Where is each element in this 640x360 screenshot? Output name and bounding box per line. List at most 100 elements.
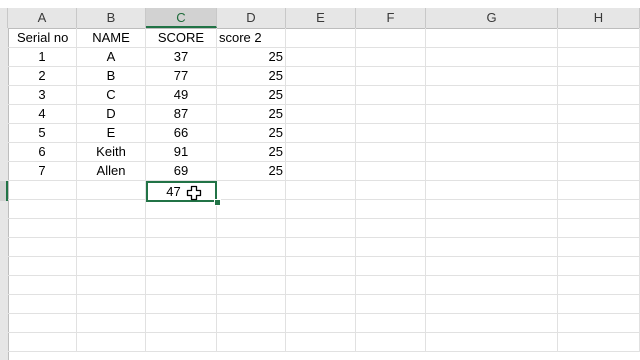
score2-cell[interactable]: 25 (217, 66, 286, 85)
empty-cell[interactable] (426, 180, 558, 199)
fill-handle[interactable] (214, 199, 221, 206)
empty-cell[interactable] (77, 237, 146, 256)
name-cell[interactable]: Allen (77, 161, 146, 180)
empty-cell[interactable] (558, 28, 640, 47)
column-header-a[interactable]: A (8, 8, 77, 28)
empty-cell[interactable] (286, 123, 356, 142)
empty-cell[interactable] (426, 47, 558, 66)
empty-cell[interactable] (558, 66, 640, 85)
score-cell[interactable]: 91 (146, 142, 217, 161)
empty-cell[interactable] (286, 104, 356, 123)
empty-cell[interactable] (8, 199, 77, 218)
select-all-corner[interactable] (0, 8, 8, 28)
empty-cell[interactable] (217, 199, 286, 218)
score2-cell[interactable]: 25 (217, 161, 286, 180)
score-cell[interactable]: 49 (146, 85, 217, 104)
empty-cell[interactable] (426, 256, 558, 275)
empty-cell[interactable] (77, 180, 146, 199)
empty-cell[interactable] (558, 237, 640, 256)
empty-cell[interactable] (558, 161, 640, 180)
name-cell[interactable]: Keith (77, 142, 146, 161)
empty-cell[interactable] (77, 294, 146, 313)
empty-cell[interactable] (146, 313, 217, 332)
empty-cell[interactable] (77, 275, 146, 294)
empty-cell[interactable] (356, 66, 426, 85)
empty-cell[interactable] (286, 218, 356, 237)
empty-cell[interactable] (8, 332, 77, 351)
empty-cell[interactable] (356, 47, 426, 66)
serial-cell[interactable]: 4 (8, 104, 77, 123)
empty-cell[interactable] (8, 256, 77, 275)
empty-cell[interactable] (356, 275, 426, 294)
empty-cell[interactable] (426, 123, 558, 142)
empty-cell[interactable] (286, 275, 356, 294)
empty-cell[interactable] (217, 313, 286, 332)
empty-cell[interactable] (8, 275, 77, 294)
empty-cell[interactable] (8, 313, 77, 332)
empty-cell[interactable] (426, 104, 558, 123)
empty-cell[interactable] (426, 199, 558, 218)
empty-cell[interactable] (8, 237, 77, 256)
empty-cell[interactable] (426, 275, 558, 294)
empty-cell[interactable] (356, 237, 426, 256)
empty-cell[interactable] (77, 256, 146, 275)
empty-cell[interactable] (217, 332, 286, 351)
empty-cell[interactable] (146, 237, 217, 256)
empty-cell[interactable] (426, 28, 558, 47)
serial-cell[interactable]: 7 (8, 161, 77, 180)
empty-cell[interactable] (356, 294, 426, 313)
empty-cell[interactable] (356, 199, 426, 218)
header-cell-score[interactable]: SCORE (146, 28, 217, 47)
empty-cell[interactable] (426, 85, 558, 104)
empty-cell[interactable] (426, 66, 558, 85)
empty-cell[interactable] (558, 313, 640, 332)
empty-cell[interactable] (558, 104, 640, 123)
empty-cell[interactable] (286, 142, 356, 161)
serial-cell[interactable]: 5 (8, 123, 77, 142)
empty-cell[interactable] (146, 218, 217, 237)
empty-cell[interactable] (558, 218, 640, 237)
empty-cell[interactable] (558, 332, 640, 351)
empty-cell[interactable] (77, 218, 146, 237)
score-cell[interactable]: 69 (146, 161, 217, 180)
name-cell[interactable]: C (77, 85, 146, 104)
serial-cell[interactable]: 6 (8, 142, 77, 161)
empty-cell[interactable] (286, 199, 356, 218)
header-cell-serial[interactable]: Serial no (8, 28, 77, 47)
empty-cell[interactable] (558, 199, 640, 218)
empty-cell[interactable] (356, 256, 426, 275)
column-header-f[interactable]: F (356, 8, 426, 28)
empty-cell[interactable] (286, 180, 356, 199)
empty-cell[interactable] (146, 294, 217, 313)
spreadsheet-grid[interactable]: A B C D E F G H Serial no NAME SCORE sco… (0, 0, 640, 360)
empty-cell[interactable] (356, 161, 426, 180)
score-cell[interactable]: 77 (146, 66, 217, 85)
header-cell-score2[interactable]: score 2 (217, 28, 286, 47)
empty-cell[interactable] (217, 180, 286, 199)
empty-cell[interactable] (356, 123, 426, 142)
empty-cell[interactable] (356, 28, 426, 47)
column-header-h[interactable]: H (558, 8, 640, 28)
empty-cell[interactable] (558, 180, 640, 199)
empty-cell[interactable] (286, 237, 356, 256)
empty-cell[interactable] (356, 313, 426, 332)
empty-cell[interactable] (286, 256, 356, 275)
empty-cell[interactable] (77, 199, 146, 218)
empty-cell[interactable] (426, 161, 558, 180)
empty-cell[interactable] (217, 237, 286, 256)
empty-cell[interactable] (558, 85, 640, 104)
empty-cell[interactable] (558, 294, 640, 313)
score2-cell[interactable]: 25 (217, 85, 286, 104)
empty-cell[interactable] (8, 218, 77, 237)
empty-cell[interactable] (146, 275, 217, 294)
score2-cell[interactable]: 25 (217, 142, 286, 161)
empty-cell[interactable] (356, 332, 426, 351)
empty-cell[interactable] (8, 294, 77, 313)
empty-cell[interactable] (558, 256, 640, 275)
serial-cell[interactable]: 3 (8, 85, 77, 104)
score-cell[interactable]: 37 (146, 47, 217, 66)
empty-cell[interactable] (558, 275, 640, 294)
empty-cell[interactable] (356, 104, 426, 123)
column-header-e[interactable]: E (286, 8, 356, 28)
score2-cell[interactable]: 25 (217, 47, 286, 66)
